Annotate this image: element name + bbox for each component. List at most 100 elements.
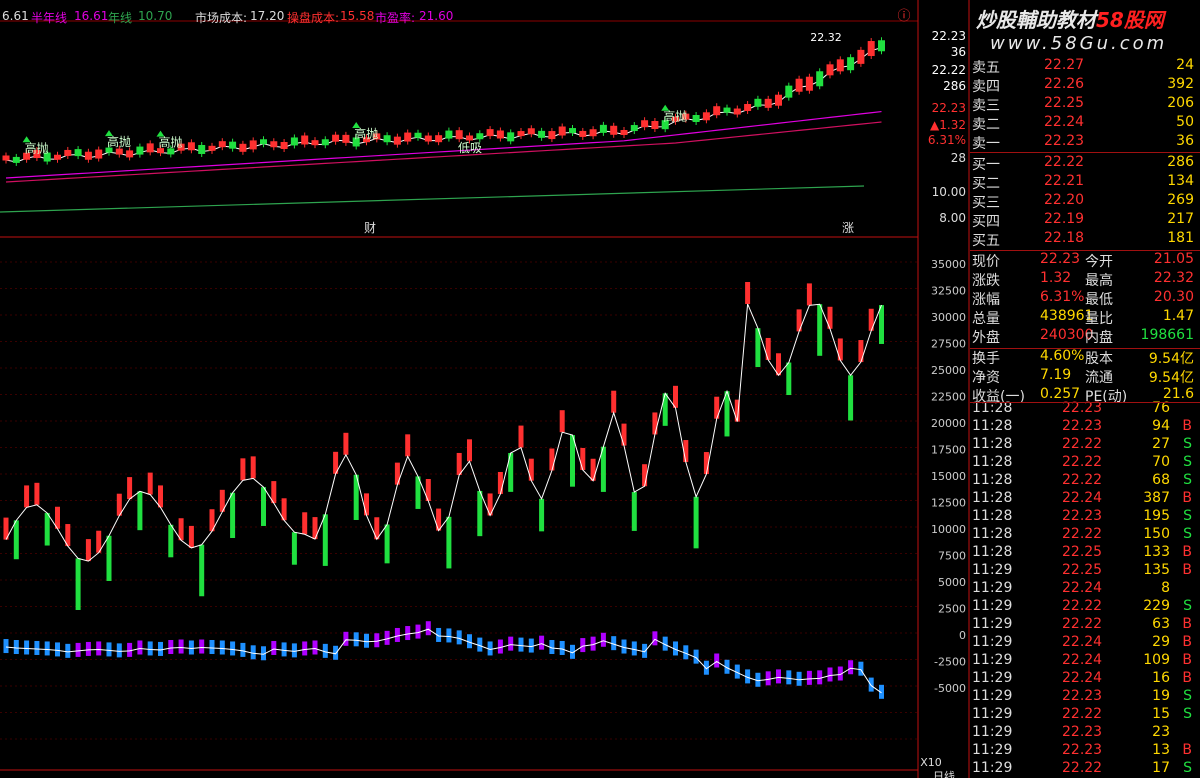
quote-row[interactable]: 总量 438961 量比 1.47 — [970, 308, 1198, 327]
fund-value: 9.54亿 — [1148, 351, 1194, 367]
volume-bar — [291, 532, 297, 565]
orderbook-buy-row[interactable]: 买一 22.22 286 — [970, 154, 1198, 173]
sell-level-price: 22.27 — [1044, 57, 1085, 73]
tick-row[interactable]: 11:28 22.22 27 S — [970, 436, 1198, 454]
candle-body — [867, 41, 875, 57]
fund-label: 换手 — [972, 351, 1000, 367]
candle-body — [507, 132, 515, 142]
tick-price: 22.22 — [1062, 454, 1103, 470]
sell-level-label: 卖三 — [972, 98, 1000, 114]
orderbook-sell-row[interactable]: 卖四 22.26 392 — [970, 76, 1198, 95]
tick-row[interactable]: 11:29 22.22 229 S — [970, 598, 1198, 616]
candle-body — [496, 130, 504, 139]
orderbook-buy-row[interactable]: 买三 22.20 269 — [970, 192, 1198, 211]
half-year-value: 16.61 — [74, 9, 109, 23]
orderbook-sell-row[interactable]: 卖三 22.25 206 — [970, 95, 1198, 114]
orderbook-buy-row[interactable]: 买二 22.21 134 — [970, 173, 1198, 192]
volume-bar — [467, 439, 472, 462]
candle-body — [517, 131, 525, 137]
quote-value: 22.32 — [1153, 270, 1194, 286]
tick-row[interactable]: 11:28 22.22 70 S — [970, 454, 1198, 472]
tick-price: 22.23 — [1062, 742, 1103, 758]
tick-row[interactable]: 11:29 22.22 15 S — [970, 706, 1198, 724]
tick-row[interactable]: 11:29 22.23 19 S — [970, 688, 1198, 706]
volume-bar — [724, 391, 730, 437]
orderbook-sell-row[interactable]: 卖一 22.23 36 — [970, 133, 1198, 152]
tick-row[interactable]: 11:29 22.24 8 — [970, 580, 1198, 598]
candle-body — [558, 126, 566, 136]
candle-body — [12, 156, 20, 163]
tick-row[interactable]: 11:29 22.23 23 — [970, 724, 1198, 742]
tick-volume: 8 — [1161, 580, 1170, 596]
half-year-label: 半年线 — [31, 11, 68, 25]
quote-row[interactable]: 外盘 240300 内盘 198661 — [970, 327, 1198, 346]
volume-axis-tick: 35000 — [931, 258, 966, 271]
candle-body — [208, 145, 216, 151]
quote-row[interactable]: 现价 22.23 今开 21.05 — [970, 251, 1198, 270]
price-axis-tick: ▲1.32 — [930, 118, 966, 132]
quote-row[interactable]: 涨跌 1.32 最高 22.32 — [970, 270, 1198, 289]
tick-row[interactable]: 11:29 22.24 109 B — [970, 652, 1198, 670]
buy-level-volume: 134 — [1167, 173, 1194, 189]
candle-body — [599, 124, 607, 133]
candle-body — [754, 98, 762, 107]
orderbook-buy-row[interactable]: 买五 22.18 181 — [970, 230, 1198, 249]
volume-bar — [693, 496, 699, 549]
buy-level-label: 买一 — [972, 157, 1000, 173]
tick-row[interactable]: 11:29 22.23 13 B — [970, 742, 1198, 760]
tick-row[interactable]: 11:28 22.22 68 S — [970, 472, 1198, 490]
candle-body — [538, 130, 546, 138]
candle-body — [455, 130, 463, 140]
tick-row[interactable]: 11:28 22.22 150 S — [970, 526, 1198, 544]
quote-value: 1.47 — [1162, 308, 1194, 324]
tick-price: 22.24 — [1062, 580, 1103, 596]
candle-body — [301, 135, 309, 145]
tick-volume: 16 — [1152, 670, 1170, 686]
candle-body — [321, 139, 329, 146]
tick-row[interactable]: 11:29 22.22 17 S — [970, 760, 1198, 778]
tick-price: 22.22 — [1062, 436, 1103, 452]
kline-chart-area[interactable]: 22.23 36 22.22 286 22.23 ▲1.326.31% 28 10.00 8.0… — [0, 0, 970, 778]
flow-bar — [96, 641, 102, 656]
orderbook-sell-row[interactable]: 卖五 22.27 24 — [970, 57, 1198, 76]
buy-level-label: 买三 — [972, 195, 1000, 211]
tick-row[interactable]: 11:28 22.25 133 B — [970, 544, 1198, 562]
tick-row[interactable]: 11:29 22.24 16 B — [970, 670, 1198, 688]
candle-body — [95, 149, 103, 159]
tick-row[interactable]: 11:29 22.24 29 B — [970, 634, 1198, 652]
tick-row[interactable]: 11:29 22.22 63 B — [970, 616, 1198, 634]
candle-body — [383, 135, 391, 143]
fundamentals-row[interactable]: 换手 4.60% 股本 9.54亿 — [970, 348, 1198, 367]
orderbook-sell-row[interactable]: 卖二 22.24 50 — [970, 114, 1198, 133]
fundamentals-row[interactable]: 净资 7.19 流通 9.54亿 — [970, 367, 1198, 386]
price-axis-tick: 22.23 — [932, 29, 966, 43]
orderbook-buy-row[interactable]: 买四 22.19 217 — [970, 211, 1198, 230]
tick-price: 22.23 — [1062, 724, 1103, 740]
candle-body — [816, 71, 824, 87]
tick-row[interactable]: 11:28 22.24 387 B — [970, 490, 1198, 508]
market-cost-label: 市场成本: — [195, 11, 248, 25]
flow-bar — [796, 671, 802, 686]
volume-bar — [343, 432, 349, 455]
tick-row[interactable]: 11:28 22.23 94 B — [970, 418, 1198, 436]
tick-price: 22.23 — [1062, 508, 1103, 524]
watermark-url: www.58Gu.com — [990, 33, 1168, 54]
candle-body — [54, 154, 61, 160]
fund-value: 7.19 — [1040, 367, 1072, 383]
tick-row[interactable]: 11:28 22.23 195 S — [970, 508, 1198, 526]
tick-row[interactable]: 11:29 22.25 135 B — [970, 562, 1198, 580]
candle-body — [785, 85, 793, 98]
volume-axis-tick: 17500 — [931, 444, 966, 457]
flow-bar — [539, 635, 545, 650]
quote-row[interactable]: 涨幅 6.31% 最低 20.30 — [970, 289, 1198, 308]
sell-arrow-icon — [105, 130, 113, 137]
flow-bar — [147, 641, 153, 656]
flow-bar — [343, 631, 349, 646]
sell-level-label: 卖五 — [972, 60, 1000, 76]
volume-bar — [24, 485, 30, 508]
volume-axis-tick: 30000 — [931, 311, 966, 324]
volume-bar — [745, 281, 751, 304]
flow-bar — [446, 628, 452, 643]
volume-bar — [456, 452, 462, 475]
buy-level-price: 22.21 — [1044, 173, 1085, 189]
